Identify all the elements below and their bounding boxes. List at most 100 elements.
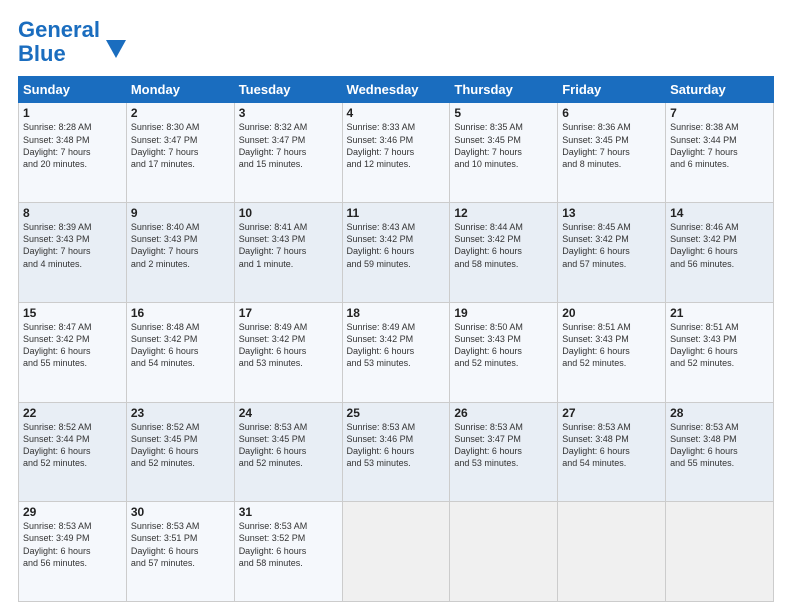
weekday-header-wednesday: Wednesday [342,77,450,103]
calendar-cell [342,502,450,602]
calendar-cell: 12Sunrise: 8:44 AM Sunset: 3:42 PM Dayli… [450,203,558,303]
calendar-cell: 21Sunrise: 8:51 AM Sunset: 3:43 PM Dayli… [666,302,774,402]
day-info: Sunrise: 8:43 AM Sunset: 3:42 PM Dayligh… [347,221,446,270]
day-info: Sunrise: 8:47 AM Sunset: 3:42 PM Dayligh… [23,321,122,370]
calendar-cell: 27Sunrise: 8:53 AM Sunset: 3:48 PM Dayli… [558,402,666,502]
day-info: Sunrise: 8:53 AM Sunset: 3:48 PM Dayligh… [562,421,661,470]
day-info: Sunrise: 8:51 AM Sunset: 3:43 PM Dayligh… [670,321,769,370]
calendar-cell: 5Sunrise: 8:35 AM Sunset: 3:45 PM Daylig… [450,103,558,203]
calendar-week-1: 1Sunrise: 8:28 AM Sunset: 3:48 PM Daylig… [19,103,774,203]
day-number: 10 [239,206,338,220]
calendar-cell: 25Sunrise: 8:53 AM Sunset: 3:46 PM Dayli… [342,402,450,502]
day-info: Sunrise: 8:33 AM Sunset: 3:46 PM Dayligh… [347,121,446,170]
day-number: 23 [131,406,230,420]
day-number: 13 [562,206,661,220]
calendar-cell: 15Sunrise: 8:47 AM Sunset: 3:42 PM Dayli… [19,302,127,402]
day-info: Sunrise: 8:51 AM Sunset: 3:43 PM Dayligh… [562,321,661,370]
calendar-cell: 16Sunrise: 8:48 AM Sunset: 3:42 PM Dayli… [126,302,234,402]
day-number: 27 [562,406,661,420]
day-info: Sunrise: 8:53 AM Sunset: 3:52 PM Dayligh… [239,520,338,569]
day-info: Sunrise: 8:46 AM Sunset: 3:42 PM Dayligh… [670,221,769,270]
calendar-week-2: 8Sunrise: 8:39 AM Sunset: 3:43 PM Daylig… [19,203,774,303]
calendar-cell [666,502,774,602]
weekday-header-tuesday: Tuesday [234,77,342,103]
day-number: 20 [562,306,661,320]
day-info: Sunrise: 8:39 AM Sunset: 3:43 PM Dayligh… [23,221,122,270]
day-number: 12 [454,206,553,220]
day-number: 24 [239,406,338,420]
day-info: Sunrise: 8:35 AM Sunset: 3:45 PM Dayligh… [454,121,553,170]
day-number: 22 [23,406,122,420]
day-info: Sunrise: 8:50 AM Sunset: 3:43 PM Dayligh… [454,321,553,370]
day-info: Sunrise: 8:36 AM Sunset: 3:45 PM Dayligh… [562,121,661,170]
weekday-header-saturday: Saturday [666,77,774,103]
day-number: 28 [670,406,769,420]
day-number: 15 [23,306,122,320]
day-info: Sunrise: 8:53 AM Sunset: 3:47 PM Dayligh… [454,421,553,470]
logo-text: GeneralBlue [18,18,100,66]
calendar-cell: 20Sunrise: 8:51 AM Sunset: 3:43 PM Dayli… [558,302,666,402]
day-info: Sunrise: 8:38 AM Sunset: 3:44 PM Dayligh… [670,121,769,170]
calendar-cell [450,502,558,602]
day-info: Sunrise: 8:41 AM Sunset: 3:43 PM Dayligh… [239,221,338,270]
weekday-header-row: SundayMondayTuesdayWednesdayThursdayFrid… [19,77,774,103]
day-number: 30 [131,505,230,519]
weekday-header-friday: Friday [558,77,666,103]
day-number: 1 [23,106,122,120]
calendar-week-3: 15Sunrise: 8:47 AM Sunset: 3:42 PM Dayli… [19,302,774,402]
day-info: Sunrise: 8:52 AM Sunset: 3:45 PM Dayligh… [131,421,230,470]
calendar-cell: 31Sunrise: 8:53 AM Sunset: 3:52 PM Dayli… [234,502,342,602]
day-number: 19 [454,306,553,320]
day-info: Sunrise: 8:53 AM Sunset: 3:49 PM Dayligh… [23,520,122,569]
calendar-cell: 3Sunrise: 8:32 AM Sunset: 3:47 PM Daylig… [234,103,342,203]
day-number: 21 [670,306,769,320]
day-number: 31 [239,505,338,519]
weekday-header-thursday: Thursday [450,77,558,103]
day-info: Sunrise: 8:49 AM Sunset: 3:42 PM Dayligh… [347,321,446,370]
day-info: Sunrise: 8:53 AM Sunset: 3:51 PM Dayligh… [131,520,230,569]
day-info: Sunrise: 8:28 AM Sunset: 3:48 PM Dayligh… [23,121,122,170]
day-number: 17 [239,306,338,320]
day-number: 5 [454,106,553,120]
calendar-cell: 18Sunrise: 8:49 AM Sunset: 3:42 PM Dayli… [342,302,450,402]
day-number: 7 [670,106,769,120]
calendar-week-5: 29Sunrise: 8:53 AM Sunset: 3:49 PM Dayli… [19,502,774,602]
day-info: Sunrise: 8:53 AM Sunset: 3:48 PM Dayligh… [670,421,769,470]
calendar-cell [558,502,666,602]
day-info: Sunrise: 8:53 AM Sunset: 3:46 PM Dayligh… [347,421,446,470]
day-number: 14 [670,206,769,220]
day-number: 25 [347,406,446,420]
day-info: Sunrise: 8:53 AM Sunset: 3:45 PM Dayligh… [239,421,338,470]
day-number: 8 [23,206,122,220]
logo: GeneralBlue [18,18,130,66]
day-info: Sunrise: 8:32 AM Sunset: 3:47 PM Dayligh… [239,121,338,170]
day-number: 4 [347,106,446,120]
calendar-cell: 9Sunrise: 8:40 AM Sunset: 3:43 PM Daylig… [126,203,234,303]
day-number: 18 [347,306,446,320]
calendar-cell: 6Sunrise: 8:36 AM Sunset: 3:45 PM Daylig… [558,103,666,203]
calendar-cell: 19Sunrise: 8:50 AM Sunset: 3:43 PM Dayli… [450,302,558,402]
day-number: 11 [347,206,446,220]
calendar-cell: 23Sunrise: 8:52 AM Sunset: 3:45 PM Dayli… [126,402,234,502]
day-number: 9 [131,206,230,220]
calendar-cell: 8Sunrise: 8:39 AM Sunset: 3:43 PM Daylig… [19,203,127,303]
day-number: 16 [131,306,230,320]
day-info: Sunrise: 8:45 AM Sunset: 3:42 PM Dayligh… [562,221,661,270]
day-number: 6 [562,106,661,120]
calendar-week-4: 22Sunrise: 8:52 AM Sunset: 3:44 PM Dayli… [19,402,774,502]
header: GeneralBlue [18,18,774,66]
day-number: 26 [454,406,553,420]
day-number: 2 [131,106,230,120]
day-info: Sunrise: 8:44 AM Sunset: 3:42 PM Dayligh… [454,221,553,270]
calendar: SundayMondayTuesdayWednesdayThursdayFrid… [18,76,774,602]
calendar-cell: 30Sunrise: 8:53 AM Sunset: 3:51 PM Dayli… [126,502,234,602]
day-info: Sunrise: 8:48 AM Sunset: 3:42 PM Dayligh… [131,321,230,370]
day-info: Sunrise: 8:40 AM Sunset: 3:43 PM Dayligh… [131,221,230,270]
calendar-cell: 10Sunrise: 8:41 AM Sunset: 3:43 PM Dayli… [234,203,342,303]
calendar-cell: 14Sunrise: 8:46 AM Sunset: 3:42 PM Dayli… [666,203,774,303]
calendar-cell: 28Sunrise: 8:53 AM Sunset: 3:48 PM Dayli… [666,402,774,502]
day-number: 3 [239,106,338,120]
calendar-cell: 11Sunrise: 8:43 AM Sunset: 3:42 PM Dayli… [342,203,450,303]
calendar-cell: 26Sunrise: 8:53 AM Sunset: 3:47 PM Dayli… [450,402,558,502]
calendar-cell: 22Sunrise: 8:52 AM Sunset: 3:44 PM Dayli… [19,402,127,502]
